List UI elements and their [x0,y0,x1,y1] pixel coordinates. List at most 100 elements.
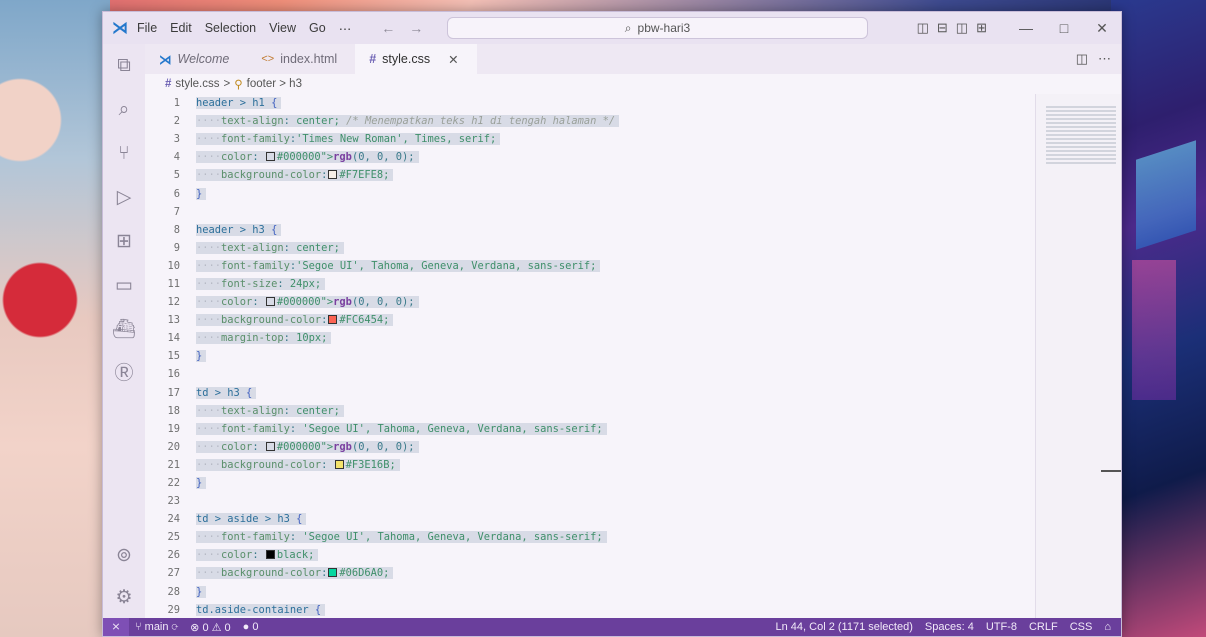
code-line[interactable]: 7 [145,203,1121,221]
remote-indicator-icon[interactable]: ⨯ [103,618,129,636]
workbench: ⧉ ⌕ ⑂ ▷ ⊞ ▭ ⛴ Ⓡ ⊚ ⚙ ⋊ Welcome <> index.h… [103,44,1121,618]
forward-arrow-icon[interactable]: → [409,20,423,36]
code-line[interactable]: 12 ····color: #000000">rgb(0, 0, 0); [145,293,1121,311]
language-mode[interactable]: CSS [1070,621,1093,633]
title-bar-controls: ◫ ⊟ ◫ ⊞ — □ ✕ [917,12,1121,44]
code-line[interactable]: 24 td > aside > h3 { [145,510,1121,528]
minimize-button[interactable]: — [1007,20,1045,36]
run-debug-icon[interactable]: ▷ [112,186,136,210]
code-line[interactable]: 15} [145,347,1121,365]
extensions-icon[interactable]: ⊞ [112,230,136,254]
line-number: 18 [167,404,180,417]
indentation[interactable]: Spaces: 4 [925,621,974,633]
line-number: 17 [167,386,180,399]
toggle-secondary-sidebar-icon[interactable]: ◫ [956,20,968,36]
code-line[interactable]: 21 ····background-color: #F3E16B; [145,456,1121,474]
code-line[interactable]: 20 ····color: #000000">rgb(0, 0, 0); [145,438,1121,456]
code-line[interactable]: 17 td > h3 { [145,384,1121,402]
toggle-panel-icon[interactable]: ⊟ [937,20,948,36]
tab-style-css[interactable]: # style.css ✕ [355,44,477,74]
code-line[interactable]: 1 header > h1 { [145,94,1121,112]
close-tab-icon[interactable]: ✕ [448,52,458,67]
code-text: td > h3 { [196,386,257,399]
code-line[interactable]: 16 [145,365,1121,383]
line-number: 4 [173,151,180,164]
scrollbar-indicator[interactable] [1101,470,1121,472]
command-center-search[interactable]: ⌕ pbw-hari3 [447,17,868,39]
code-line[interactable]: 25 ····font-family: 'Segoe UI', Tahoma, G… [145,528,1121,546]
code-text: ····color: #000000">rgb(0, 0, 0); [196,440,419,453]
editor-actions: ◫ ⋯ [1076,51,1111,67]
notifications-icon[interactable]: ⌂ [1104,621,1111,633]
encoding[interactable]: UTF-8 [986,621,1017,633]
code-text: } [196,350,207,363]
wallpaper-neon-light [1132,260,1176,400]
menu-selection[interactable]: Selection [205,21,256,36]
code-line[interactable]: 11 ····font-size: 24px; [145,275,1121,293]
line-number: 24 [167,513,180,526]
breadcrumb-symbol[interactable]: footer > h3 [247,78,302,90]
back-arrow-icon[interactable]: ← [381,20,395,36]
code-line[interactable]: 26 ····color: black; [145,546,1121,564]
code-line[interactable]: 14 ····margin-top: 10px; [145,329,1121,347]
code-line[interactable]: 3 ····font-family:'Times New Roman', Time… [145,130,1121,148]
minimap[interactable] [1035,94,1121,618]
line-number: 23 [167,495,180,508]
menu-view[interactable]: View [269,21,296,36]
code-line[interactable]: 9 ····text-align: center; [145,239,1121,257]
problems-indicator[interactable]: ⊗ 0 ⚠ 0 [190,621,230,634]
customize-layout-icon[interactable]: ⊞ [976,20,987,36]
code-editor[interactable]: 1 header > h1 {2 ····text-align: center; /… [145,94,1121,618]
menu-edit[interactable]: Edit [170,21,192,36]
explorer-icon[interactable]: ⧉ [112,54,136,78]
search-icon[interactable]: ⌕ [112,98,136,122]
desktop-wallpaper-right [1111,0,1206,637]
r-extension-icon[interactable]: Ⓡ [112,362,136,386]
code-line[interactable]: 19 ····font-family: 'Segoe UI', Tahoma, G… [145,420,1121,438]
ports-indicator[interactable]: ● 0 [243,621,259,634]
source-control-icon[interactable]: ⑂ [112,142,136,166]
status-right: Ln 44, Col 2 (1171 selected) Spaces: 4 U… [776,621,1112,633]
settings-gear-icon[interactable]: ⚙ [112,586,136,610]
code-line[interactable]: 22} [145,474,1121,492]
code-line[interactable]: 27 ····background-color: #06D6A0; [145,564,1121,582]
code-line[interactable]: 6} [145,184,1121,202]
toggle-primary-sidebar-icon[interactable]: ◫ [917,20,929,36]
code-text: ····background-color: #FC6454; [196,314,394,327]
maximize-button[interactable]: □ [1045,20,1083,36]
account-icon[interactable]: ⊚ [112,544,136,568]
title-bar: ⋊ File Edit Selection View Go ⋯ ← → ⌕ pb… [103,12,1121,44]
code-line[interactable]: 5 ····background-color: #F7EFE8; [145,166,1121,184]
code-line[interactable]: 2 ····text-align: center; /* Menempatkan … [145,112,1121,130]
desktop-wallpaper-left [0,0,110,637]
more-actions-icon[interactable]: ⋯ [1098,51,1111,67]
code-line[interactable]: 8 header > h3 { [145,221,1121,239]
branch-indicator[interactable]: ⑂ main ⟳ [135,621,178,634]
remote-explorer-icon[interactable]: ▭ [112,274,136,298]
tab-index-html[interactable]: <> index.html [247,44,355,74]
code-text: header > h3 { [196,223,282,236]
code-text: ····font-size: 24px; [196,277,326,290]
split-editor-icon[interactable]: ◫ [1076,51,1088,67]
code-line[interactable]: 28} [145,583,1121,601]
breadcrumb-file[interactable]: style.css [175,78,219,90]
docker-icon[interactable]: ⛴ [112,318,136,342]
close-window-button[interactable]: ✕ [1083,20,1121,37]
code-line[interactable]: 4 ····color: #000000">rgb(0, 0, 0); [145,148,1121,166]
code-text: ····background-color: #F3E16B; [196,458,400,471]
code-text: td > aside > h3 { [196,513,307,526]
code-line[interactable]: 23 [145,492,1121,510]
cursor-position[interactable]: Ln 44, Col 2 (1171 selected) [776,621,913,633]
menu-file[interactable]: File [137,21,157,36]
line-number: 28 [167,585,180,598]
end-of-line[interactable]: CRLF [1029,621,1058,633]
code-line[interactable]: 18 ····text-align: center; [145,402,1121,420]
code-line[interactable]: 29 td.aside-container { [145,601,1121,618]
menu-more[interactable]: ⋯ [339,21,352,36]
tab-welcome[interactable]: ⋊ Welcome [145,44,247,74]
menu-go[interactable]: Go [309,21,326,36]
code-line[interactable]: 13 ····background-color: #FC6454; [145,311,1121,329]
line-number: 5 [173,169,180,182]
code-text: ····font-family:'Times New Roman', Times… [196,133,501,146]
code-line[interactable]: 10 ····font-family:'Segoe UI', Tahoma, Ge… [145,257,1121,275]
